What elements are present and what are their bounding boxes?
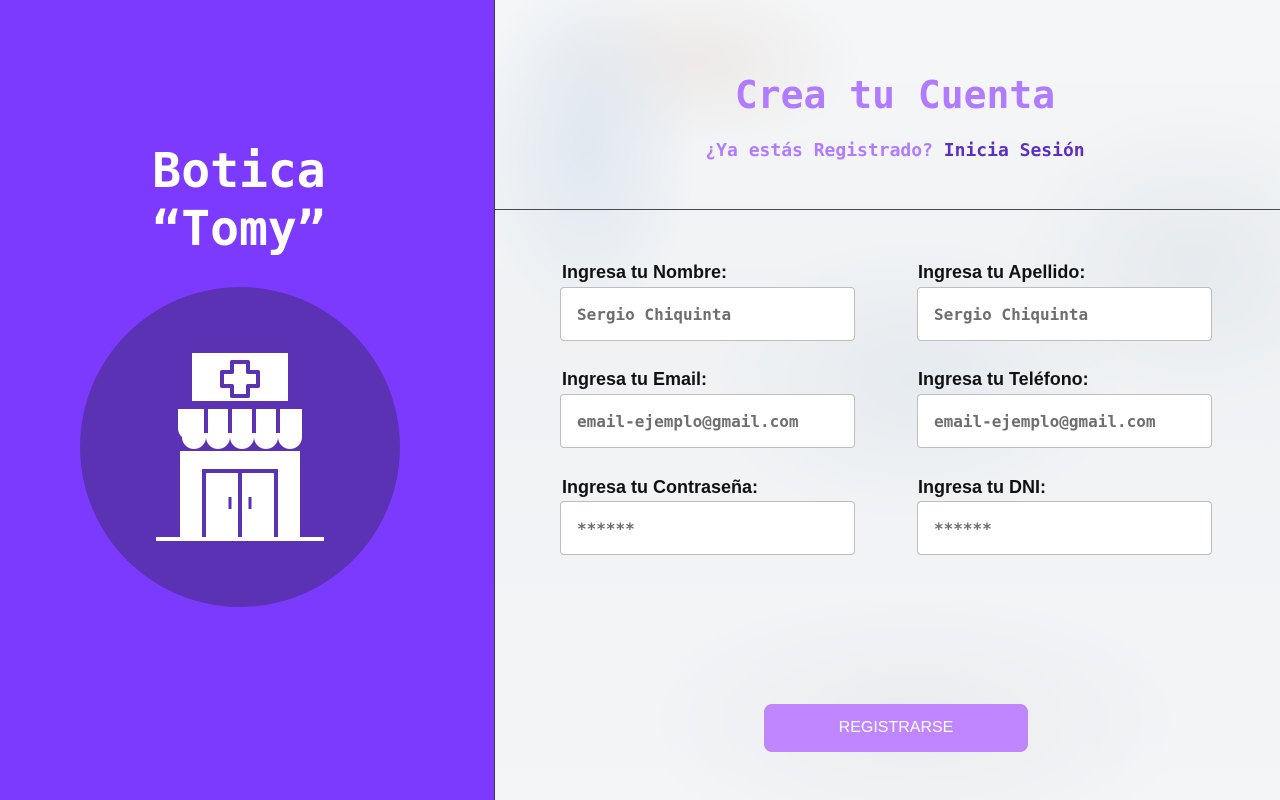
telefono-input[interactable] bbox=[917, 394, 1212, 448]
login-link[interactable]: Inicia Sesión bbox=[944, 140, 1085, 161]
login-question: ¿Ya estás Registrado? bbox=[705, 140, 933, 161]
nombre-input[interactable] bbox=[560, 287, 855, 341]
email-input[interactable] bbox=[560, 394, 855, 448]
brand-panel: Botica “Tomy” bbox=[0, 0, 495, 800]
brand-title-line1: Botica bbox=[152, 143, 326, 199]
email-label: Ingresa tu Email: bbox=[562, 369, 708, 389]
register-button[interactable]: REGISTRARSE bbox=[764, 704, 1028, 752]
pharmacy-store-icon bbox=[156, 353, 324, 541]
apellido-input[interactable] bbox=[917, 287, 1212, 341]
login-prompt: ¿Ya estás Registrado? Inicia Sesión bbox=[495, 140, 1280, 161]
brand-title: Botica “Tomy” bbox=[0, 142, 478, 258]
nombre-label: Ingresa tu Nombre: bbox=[562, 262, 728, 282]
brand-title-line2: “Tomy” bbox=[152, 201, 326, 257]
dni-input[interactable] bbox=[917, 501, 1212, 555]
header-divider bbox=[495, 209, 1280, 210]
registration-panel: Crea tu Cuenta ¿Ya estás Registrado? Ini… bbox=[495, 0, 1280, 800]
page-title: Crea tu Cuenta bbox=[734, 73, 1056, 117]
telefono-label: Ingresa tu Teléfono: bbox=[918, 369, 1089, 389]
contrasena-input[interactable] bbox=[560, 501, 855, 555]
dni-label: Ingresa tu DNI: bbox=[918, 477, 1047, 497]
contrasena-label: Ingresa tu Contraseña: bbox=[562, 477, 759, 497]
apellido-label: Ingresa tu Apellido: bbox=[918, 262, 1086, 282]
